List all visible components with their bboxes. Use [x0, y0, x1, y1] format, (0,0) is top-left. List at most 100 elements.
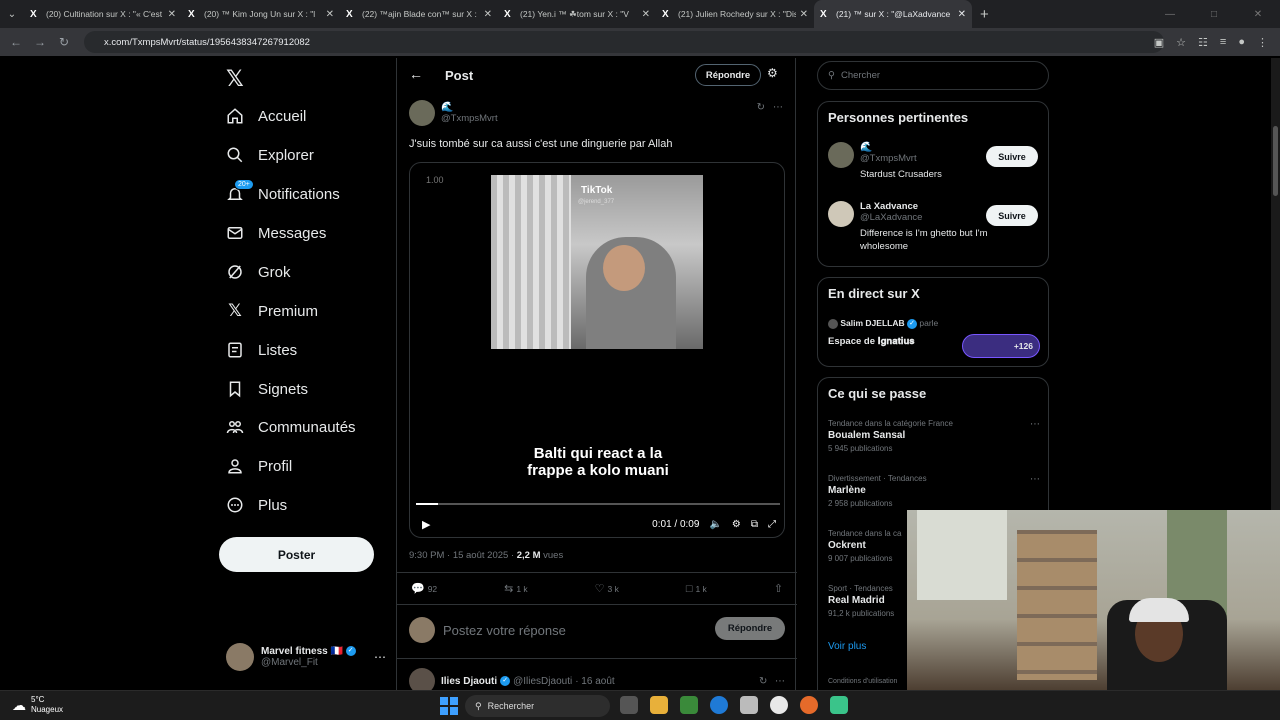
- subtitle-line: Balti qui react a la: [533, 445, 663, 462]
- scrollbar-thumb[interactable]: [1273, 126, 1278, 196]
- picture-in-picture-icon[interactable]: ⧉: [751, 519, 758, 530]
- browser-menu-icon[interactable]: ⋮: [1257, 36, 1268, 49]
- new-tab-icon[interactable]: +: [980, 6, 989, 23]
- browser-tab[interactable]: X (21) Yen.i ™ ☘tom sur X : "V ✕: [498, 0, 656, 28]
- bookmark-star-icon[interactable]: ☆: [1176, 36, 1186, 49]
- maximize-icon[interactable]: □: [1192, 9, 1236, 20]
- post-author[interactable]: 🌊 @TxmpsMvrt: [409, 100, 498, 126]
- nav-item-notifications[interactable]: 20+ Notifications: [224, 179, 340, 208]
- reply-grok-icon[interactable]: ↻: [759, 676, 767, 687]
- close-tab-icon[interactable]: ✕: [800, 9, 808, 20]
- poster-button[interactable]: Poster: [219, 537, 374, 572]
- browser-tab[interactable]: X (21) Julien Rochedy sur X : "Dis ✕: [656, 0, 814, 28]
- bookmark-action[interactable]: □ 1 k: [686, 582, 707, 595]
- live-card[interactable]: En direct sur X Salim DJELLAB ✓ parle Es…: [817, 277, 1049, 367]
- browser-tab-active[interactable]: X (21) ™ sur X : "@LaXadvance ✕: [814, 0, 972, 28]
- edge-icon[interactable]: [710, 696, 728, 714]
- nav-item-communautes[interactable]: Communautés: [224, 413, 356, 441]
- account-switcher[interactable]: Marvel fitness 🇫🇷 ✓ @Marvel_Fit ⋯: [226, 643, 386, 671]
- taskbar-search[interactable]: ⚲ Rechercher: [465, 695, 610, 717]
- search-input[interactable]: ⚲ Chercher: [817, 61, 1049, 90]
- relevant-person[interactable]: La Xadvance @LaXadvance Difference is I'…: [828, 201, 1010, 253]
- filter-settings-icon[interactable]: ⚙: [767, 66, 778, 80]
- nav-item-accueil[interactable]: Accueil: [224, 102, 306, 130]
- volume-icon[interactable]: 🔈: [709, 519, 721, 530]
- play-icon[interactable]: ▶: [422, 518, 430, 531]
- close-tab-icon[interactable]: ✕: [958, 9, 966, 20]
- avatar: [828, 201, 854, 227]
- reading-list-icon[interactable]: ≡: [1220, 36, 1226, 48]
- forward-icon[interactable]: →: [28, 35, 52, 49]
- close-tab-icon[interactable]: ✕: [484, 9, 492, 20]
- task-view-icon[interactable]: [620, 696, 638, 714]
- install-app-icon[interactable]: ▣: [1154, 36, 1164, 49]
- verified-badge-icon: ✓: [907, 318, 917, 329]
- reply-header-label: Répondre: [705, 69, 751, 81]
- store-icon[interactable]: [740, 696, 758, 714]
- author-avatar[interactable]: [409, 100, 435, 126]
- video-player[interactable]: 1.00 TikTok @jerend_377 Balti qui react …: [409, 162, 785, 538]
- profile-avatar-icon[interactable]: ●: [1238, 36, 1245, 48]
- video-settings-icon[interactable]: ⚙: [732, 519, 741, 530]
- close-window-icon[interactable]: ✕: [1236, 9, 1280, 20]
- close-tab-icon[interactable]: ✕: [168, 9, 176, 20]
- nav-item-profil[interactable]: Profil: [224, 452, 292, 480]
- browser-tab[interactable]: X (20) Cultination sur X : "« C'est l ✕: [24, 0, 182, 28]
- nav-item-grok[interactable]: Grok: [224, 258, 291, 286]
- close-tab-icon[interactable]: ✕: [642, 9, 650, 20]
- live-host-name: Salim DJELLAB: [840, 318, 905, 328]
- reply-action[interactable]: 💬 92: [411, 582, 437, 595]
- post-more-icon[interactable]: ⋯: [773, 102, 783, 113]
- url-field[interactable]: x.com/TxmpsMvrt/status/19564383472679120…: [84, 31, 1164, 53]
- reply-more-icon[interactable]: ⋯: [775, 676, 785, 687]
- firefox-icon[interactable]: [800, 696, 818, 714]
- windows-start-icon[interactable]: [440, 697, 458, 715]
- weather-condition: Nuageux: [31, 705, 64, 714]
- nav-item-signets[interactable]: Signets: [224, 375, 308, 403]
- like-action[interactable]: ♡ 3 k: [595, 582, 619, 595]
- host-avatar-icon: [828, 318, 838, 329]
- relevant-person[interactable]: 🌊 @TxmpsMvrt Stardust Crusaders: [828, 142, 1010, 181]
- tab-list-dropdown-icon[interactable]: ⌄: [0, 0, 24, 28]
- video-controls: ▶ 0:01 / 0:09 🔈 ⚙ ⧉ ⤢: [416, 515, 780, 533]
- back-arrow-icon[interactable]: ←: [409, 66, 423, 82]
- share-icon[interactable]: ⇧: [774, 582, 783, 595]
- extensions-icon[interactable]: ☷: [1198, 36, 1208, 49]
- trend-item[interactable]: Tendance dans la catégorie France Bouale…: [828, 419, 1040, 453]
- trend-item[interactable]: Divertissement · Tendances Marlène 2 958…: [828, 474, 1040, 508]
- weather-widget[interactable]: ☁ 5°C Nuageux: [12, 695, 63, 715]
- nav-item-explorer[interactable]: Explorer: [224, 141, 314, 169]
- post-timestamp[interactable]: 9:30 PM · 15 août 2025 ·: [409, 550, 514, 561]
- x-favicon-icon: X: [504, 8, 511, 20]
- trend-more-icon[interactable]: ⋯: [1030, 419, 1040, 430]
- reply-input[interactable]: Postez votre réponse: [443, 623, 566, 638]
- terms-link[interactable]: Conditions d'utilisation: [828, 678, 897, 685]
- trend-more-icon[interactable]: ⋯: [1030, 474, 1040, 485]
- nav-item-premium[interactable]: 𝕏 Premium: [224, 297, 318, 325]
- account-more-icon[interactable]: ⋯: [374, 650, 386, 664]
- follow-button[interactable]: Suivre: [986, 146, 1038, 167]
- file-explorer-icon[interactable]: [650, 696, 668, 714]
- video-progress-bar[interactable]: [416, 503, 780, 505]
- reload-icon[interactable]: ↻: [52, 35, 76, 49]
- grok-explain-icon[interactable]: ↻: [757, 102, 765, 113]
- repost-action[interactable]: ⇆ 1 k: [504, 582, 528, 595]
- back-icon[interactable]: ←: [4, 35, 28, 49]
- nav-item-messages[interactable]: Messages: [224, 219, 326, 247]
- minimize-icon[interactable]: —: [1148, 9, 1192, 20]
- app-icon[interactable]: [830, 696, 848, 714]
- nav-item-plus[interactable]: Plus: [224, 491, 287, 519]
- voir-plus-link[interactable]: Voir plus: [828, 641, 866, 652]
- browser-tab[interactable]: X (22) ™ajin Blade con™ sur X : ✕: [340, 0, 498, 28]
- follow-button[interactable]: Suivre: [986, 205, 1038, 226]
- close-tab-icon[interactable]: ✕: [326, 9, 334, 20]
- nav-item-listes[interactable]: Listes: [224, 336, 297, 364]
- reply-header-button[interactable]: Répondre: [695, 64, 761, 86]
- x-logo-icon[interactable]: 𝕏: [226, 66, 244, 92]
- nvidia-icon[interactable]: [680, 696, 698, 714]
- fullscreen-icon[interactable]: ⤢: [768, 519, 776, 530]
- composer-avatar: [409, 617, 435, 643]
- browser-tab[interactable]: X (20) ™ Kim Jong Un sur X : "l ✕: [182, 0, 340, 28]
- chrome-icon[interactable]: [770, 696, 788, 714]
- reply-submit-button[interactable]: Répondre: [715, 617, 785, 640]
